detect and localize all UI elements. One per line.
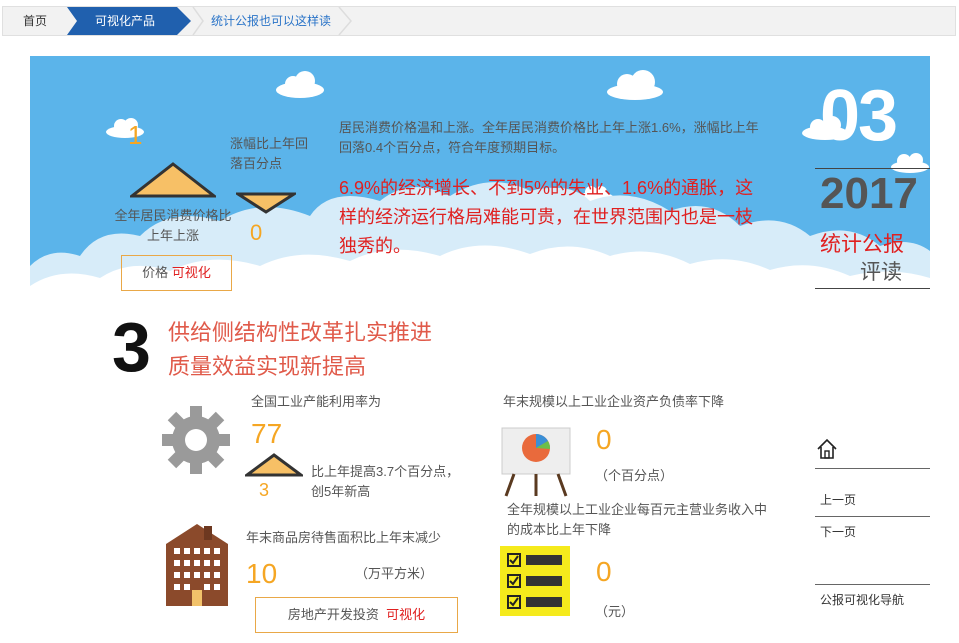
report-subtitle: 评读 — [860, 261, 902, 284]
breadcrumb-end-icon — [338, 7, 352, 35]
report-title: 统计公报 — [820, 233, 904, 256]
gear-icon — [162, 406, 230, 474]
breadcrumb-home[interactable]: 首页 — [3, 7, 67, 35]
housing-value: 10 — [246, 558, 278, 589]
checklist-icon — [500, 546, 570, 616]
report-year: 2017 — [820, 169, 918, 218]
price-visualization-link[interactable]: 价格 可视化 — [121, 255, 232, 291]
easel-chart-icon — [501, 427, 571, 497]
realestate-link-accent: 可视化 — [386, 607, 426, 622]
breadcrumb-current[interactable]: 统计公报也可以这样读 — [211, 7, 331, 35]
section-title: 供给侧结构性改革扎实推进 质量效益实现新提高 — [168, 316, 432, 384]
triangle-down-icon — [236, 192, 296, 214]
capacity-value: 77 — [251, 418, 283, 449]
debt-value: 0 — [596, 424, 612, 455]
capacity-change-value: 3 — [259, 480, 270, 500]
triangle-up-icon — [130, 162, 216, 198]
price-up-label: 全年居民消费价格比上年上涨 — [114, 208, 232, 243]
cloud-icon — [276, 71, 324, 98]
divider — [815, 584, 930, 585]
realestate-visualization-link[interactable]: 房地产开发投资 可视化 — [255, 597, 458, 633]
divider — [815, 288, 930, 289]
issue-number: 03 — [820, 76, 898, 156]
report-visualization-nav-link[interactable]: 公报可视化导航 — [820, 591, 904, 608]
housing-label: 年末商品房待售面积比上年末减少 — [246, 530, 442, 545]
debt-unit: （个百分点） — [595, 468, 674, 483]
triangle-up-icon — [245, 453, 303, 477]
section-title-line1: 供给侧结构性改革扎实推进 — [168, 320, 433, 345]
breadcrumb-section[interactable]: 可视化产品 — [67, 7, 191, 35]
section-title-line2: 质量效益实现新提高 — [168, 354, 367, 379]
breadcrumb-separator-icon — [192, 7, 204, 35]
breadcrumb: 首页 可视化产品 统计公报也可以这样读 — [2, 6, 956, 36]
realestate-link-text: 房地产开发投资 — [287, 607, 379, 622]
summary-text: 居民消费价格温和上涨。全年居民消费价格比上年上涨1.6%，涨幅比上年回落0.4个… — [339, 120, 759, 155]
down-label: 涨幅比上年回落百分点 — [230, 136, 309, 171]
next-page-link[interactable]: 下一页 — [820, 523, 856, 540]
cost-value: 0 — [596, 556, 612, 587]
cost-label: 全年规模以上工业企业每百元主营业务收入中的成本比上年下降 — [507, 502, 768, 537]
capacity-label: 全国工业产能利用率为 — [251, 394, 382, 409]
housing-unit: （万平方米） — [355, 566, 434, 581]
price-up-value: 1 — [128, 120, 143, 150]
section-number: 3 — [112, 308, 151, 386]
capacity-change-text: 比上年提高3.7个百分点，创5年新高 — [311, 464, 460, 499]
quote-text: 6.9%的经济增长、不到5%的失业、1.6%的通胀，这样的经济运行格局难能可贵，… — [339, 178, 754, 256]
price-link-text: 价格 — [142, 265, 169, 280]
price-link-accent: 可视化 — [171, 265, 211, 280]
divider — [815, 468, 930, 469]
banner: 1 全年居民消费价格比上年上涨 涨幅比上年回落百分点 0 价格 可视化 居民消费… — [30, 56, 930, 300]
cloud-icon — [607, 70, 663, 100]
cost-unit: （元） — [595, 604, 635, 619]
divider — [815, 516, 930, 517]
debt-label: 年末规模以上工业企业资产负债率下降 — [503, 394, 725, 409]
prev-page-link[interactable]: 上一页 — [820, 491, 856, 508]
down-value: 0 — [250, 220, 263, 245]
home-icon[interactable] — [816, 438, 838, 460]
building-icon — [166, 524, 228, 606]
